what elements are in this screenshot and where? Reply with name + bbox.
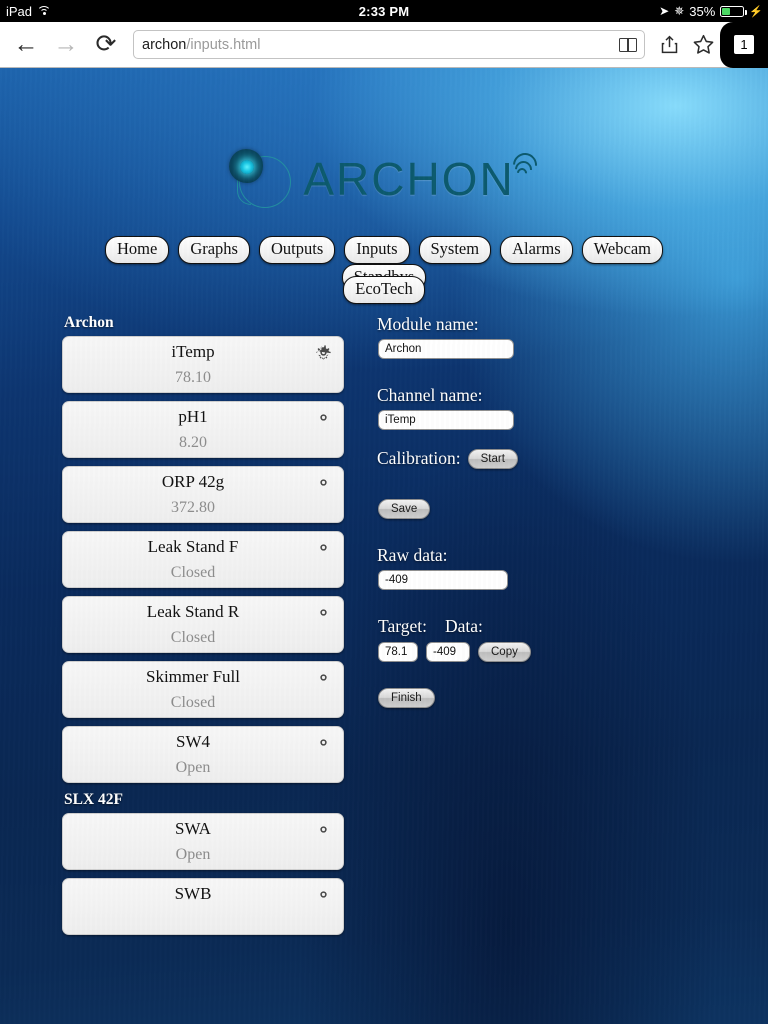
target-label: Target:: [378, 616, 427, 636]
forward-arrow-icon[interactable]: →: [46, 28, 86, 62]
browser-toolbar: ← → ⟳ archon /inputs.html 1: [0, 21, 768, 68]
group-title-slx-42f: SLX 42F: [64, 791, 123, 808]
channel-name: Leak Stand F: [147, 537, 239, 556]
screen: iPad 2:33 PM ➤ ✵ 35% ⚡ ← → ⟳ archon /inp…: [0, 0, 768, 1024]
target-input[interactable]: [378, 642, 418, 662]
channel-name: Leak Stand R: [146, 602, 240, 621]
channel-name: pH1: [178, 407, 208, 426]
status-bar-right: ➤ ✵ 35% ⚡: [659, 4, 763, 19]
module-name-input[interactable]: [378, 339, 514, 359]
channel-edit-form: Module name: Channel name: Calibration: …: [374, 314, 704, 708]
list-item[interactable]: Leak Stand F Closed: [62, 531, 344, 588]
channel-name: SWB: [174, 884, 212, 903]
list-item[interactable]: iTemp 78.10: [62, 336, 344, 393]
gear-icon[interactable]: [314, 473, 333, 492]
calibration-row: Calibration: Start: [374, 448, 704, 469]
channel-name: SW4: [176, 732, 210, 751]
status-bar-clock: 2:33 PM: [358, 3, 410, 19]
module-name-label: Module name:: [377, 314, 479, 334]
channel-name: Skimmer Full: [146, 667, 240, 686]
gear-icon[interactable]: [314, 668, 333, 687]
start-button[interactable]: Start: [467, 448, 518, 469]
save-button[interactable]: Save: [378, 499, 431, 519]
list-item[interactable]: ORP 42g 372.80: [62, 466, 344, 523]
nav-item-graphs[interactable]: Graphs: [178, 236, 250, 264]
channel-value: Closed: [170, 629, 216, 646]
status-bar-left: iPad: [6, 3, 52, 19]
channel-value: Open: [175, 759, 211, 776]
lightning-bolt-icon: ⚡: [749, 5, 763, 18]
gear-icon[interactable]: [314, 820, 333, 839]
data-label: Data:: [445, 616, 483, 636]
battery-icon: [720, 5, 747, 17]
channel-value: Closed: [170, 694, 216, 711]
tab-count-label: 1: [734, 35, 754, 54]
list-item[interactable]: Skimmer Full Closed: [62, 661, 344, 718]
reader-view-icon[interactable]: [619, 37, 637, 52]
group-title-archon: Archon: [64, 314, 114, 331]
gear-icon[interactable]: [314, 603, 333, 622]
url-host: archon: [142, 36, 187, 53]
nav-item-system[interactable]: System: [418, 236, 492, 264]
nav-item-inputs[interactable]: Inputs: [344, 236, 410, 264]
list-item[interactable]: pH1 8.20: [62, 401, 344, 458]
location-arrow-icon: ➤: [659, 4, 670, 18]
channel-name: SWA: [175, 819, 211, 838]
site-logo: ARCHON: [0, 144, 768, 214]
archon-logo-mark: [227, 147, 299, 211]
nav-item-alarms[interactable]: Alarms: [500, 236, 573, 264]
channel-name: ORP 42g: [161, 472, 225, 491]
copy-button[interactable]: Copy: [478, 642, 531, 662]
wifi-icon: [37, 5, 52, 17]
gear-icon[interactable]: [314, 343, 333, 362]
channel-value: 78.10: [175, 369, 211, 386]
raw-data-input[interactable]: [378, 570, 508, 590]
nav-item-outputs[interactable]: Outputs: [258, 236, 336, 264]
url-path: /inputs.html: [186, 36, 261, 53]
finish-button[interactable]: Finish: [378, 688, 435, 708]
carrier-label: iPad: [6, 3, 33, 19]
channel-value: Open: [175, 846, 211, 863]
channel-name: iTemp: [171, 342, 215, 361]
site-logo-text: ARCHON: [303, 153, 515, 205]
raw-data-label: Raw data:: [377, 545, 448, 565]
ios-status-bar: iPad 2:33 PM ➤ ✵ 35% ⚡: [0, 0, 768, 22]
list-item[interactable]: SW4 Open: [62, 726, 344, 783]
back-arrow-icon[interactable]: ←: [6, 28, 46, 62]
channel-name-label: Channel name:: [377, 385, 483, 405]
data-input[interactable]: [426, 642, 470, 662]
nav-item-ecotech[interactable]: EcoTech: [343, 276, 425, 304]
main-nav-row-2: EcoTech: [0, 276, 768, 304]
list-item[interactable]: Leak Stand R Closed: [62, 596, 344, 653]
target-data-fields: Copy: [378, 642, 704, 662]
bookmark-star-icon[interactable]: [686, 28, 720, 62]
channel-value: 372.80: [171, 499, 215, 516]
web-page: ARCHON Home Graphs Outputs Inputs System…: [0, 68, 768, 1024]
wifi-signal-icon: [507, 148, 542, 196]
address-bar[interactable]: archon /inputs.html: [133, 30, 645, 59]
channel-value: 8.20: [179, 434, 207, 451]
battery-percent-label: 35%: [689, 3, 716, 19]
share-icon[interactable]: [652, 28, 686, 62]
reload-icon[interactable]: ⟳: [86, 28, 126, 62]
channel-value: Closed: [170, 564, 216, 581]
gear-icon[interactable]: [314, 538, 333, 557]
list-item[interactable]: SWA Open: [62, 813, 344, 870]
list-item[interactable]: SWB: [62, 878, 344, 935]
gear-icon[interactable]: [314, 408, 333, 427]
channel-name-input[interactable]: [378, 410, 514, 430]
channel-list: Archon iTemp 78.10 pH1 8.20 ORP 42g 372.…: [62, 314, 344, 943]
nav-item-webcam[interactable]: Webcam: [581, 236, 663, 264]
calibration-label: Calibration:: [377, 448, 461, 468]
tab-count-button[interactable]: 1: [720, 21, 768, 68]
gear-icon[interactable]: [314, 733, 333, 752]
gear-icon[interactable]: [314, 885, 333, 904]
target-data-labels: Target: Data:: [378, 616, 704, 637]
nav-item-home[interactable]: Home: [105, 236, 170, 264]
bluetooth-icon: ✵: [674, 4, 685, 18]
